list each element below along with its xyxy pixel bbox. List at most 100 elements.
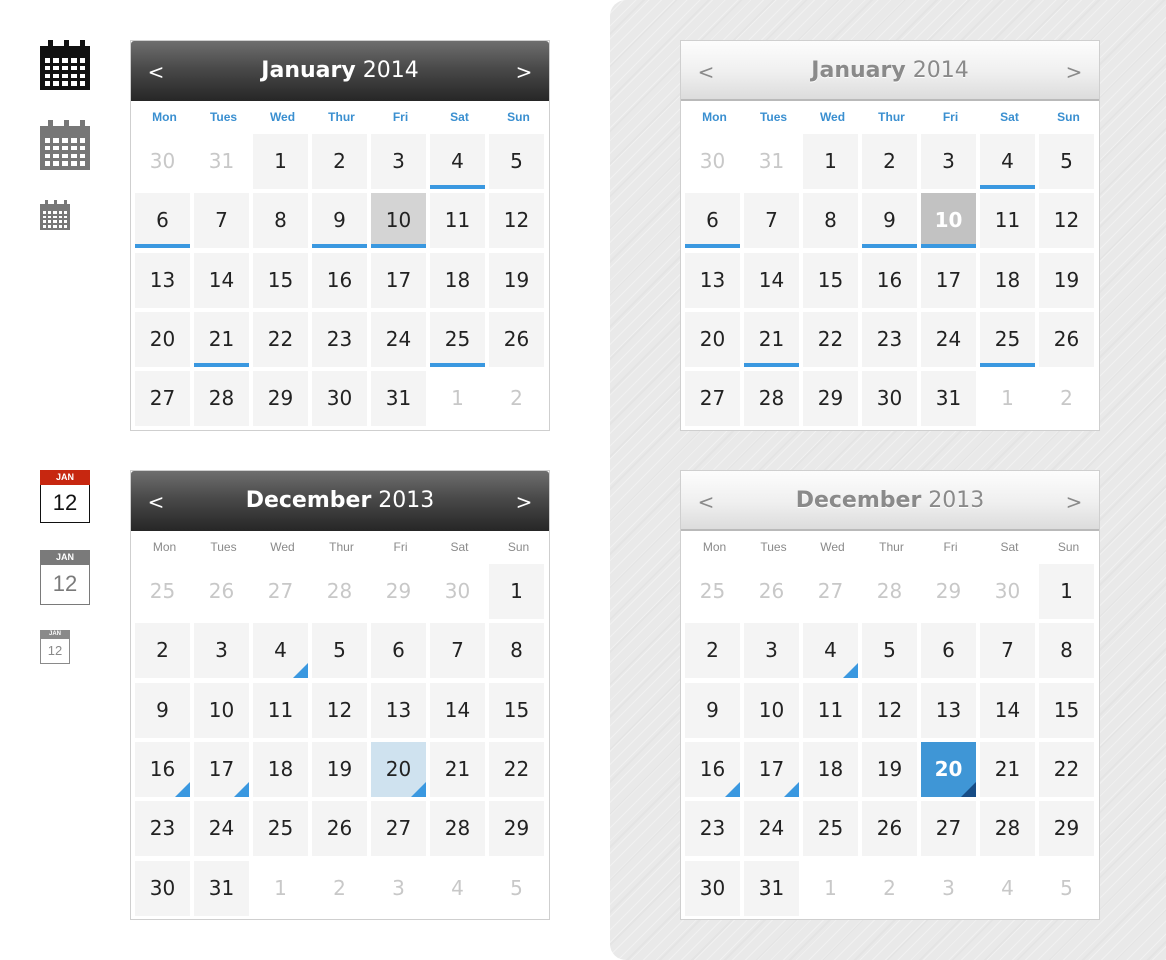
day-cell[interactable]: 16 [135, 742, 190, 797]
day-cell[interactable]: 13 [685, 253, 740, 308]
day-cell[interactable]: 23 [135, 801, 190, 856]
day-cell-outside-month[interactable]: 5 [1039, 861, 1094, 916]
day-cell-outside-month[interactable]: 30 [980, 564, 1035, 619]
day-cell[interactable]: 3 [371, 134, 426, 189]
day-cell[interactable]: 18 [253, 742, 308, 797]
day-cell[interactable]: 22 [253, 312, 308, 367]
day-cell-outside-month[interactable]: 30 [685, 134, 740, 189]
day-cell-outside-month[interactable]: 3 [371, 861, 426, 916]
day-cell-outside-month[interactable]: 1 [253, 861, 308, 916]
day-cell[interactable]: 27 [135, 371, 190, 426]
day-cell[interactable]: 18 [803, 742, 858, 797]
day-cell[interactable]: 14 [744, 253, 799, 308]
day-cell[interactable]: 3 [194, 623, 249, 678]
day-cell[interactable]: 23 [685, 801, 740, 856]
day-cell-outside-month[interactable]: 25 [685, 564, 740, 619]
day-cell[interactable]: 24 [194, 801, 249, 856]
day-cell[interactable]: 14 [430, 683, 485, 738]
day-cell[interactable]: 7 [744, 193, 799, 248]
day-cell[interactable]: 28 [980, 801, 1035, 856]
day-cell[interactable]: 23 [862, 312, 917, 367]
day-cell-outside-month[interactable]: 2 [489, 371, 544, 426]
day-cell[interactable]: 10 [194, 683, 249, 738]
day-cell[interactable]: 7 [194, 193, 249, 248]
day-cell[interactable]: 1 [489, 564, 544, 619]
day-cell-outside-month[interactable]: 26 [744, 564, 799, 619]
day-cell[interactable]: 13 [921, 683, 976, 738]
day-cell[interactable]: 1 [253, 134, 308, 189]
day-cell-outside-month[interactable]: 4 [430, 861, 485, 916]
day-cell-selected[interactable]: 10 [371, 193, 426, 248]
day-cell[interactable]: 7 [980, 623, 1035, 678]
day-cell-outside-month[interactable]: 5 [489, 861, 544, 916]
day-cell[interactable]: 21 [430, 742, 485, 797]
day-cell[interactable]: 21 [744, 312, 799, 367]
day-cell[interactable]: 8 [489, 623, 544, 678]
day-cell[interactable]: 15 [489, 683, 544, 738]
day-cell[interactable]: 24 [744, 801, 799, 856]
day-cell[interactable]: 2 [685, 623, 740, 678]
day-cell[interactable]: 11 [980, 193, 1035, 248]
next-month-button[interactable]: > [1049, 41, 1099, 101]
day-cell[interactable]: 26 [489, 312, 544, 367]
day-cell-outside-month[interactable]: 28 [862, 564, 917, 619]
day-cell[interactable]: 26 [312, 801, 367, 856]
prev-month-button[interactable]: < [131, 41, 181, 101]
day-cell[interactable]: 15 [253, 253, 308, 308]
day-cell[interactable]: 5 [312, 623, 367, 678]
day-cell[interactable]: 16 [312, 253, 367, 308]
day-cell-outside-month[interactable]: 27 [253, 564, 308, 619]
day-cell[interactable]: 29 [489, 801, 544, 856]
day-cell-outside-month[interactable]: 30 [135, 134, 190, 189]
day-cell[interactable]: 16 [685, 742, 740, 797]
day-cell[interactable]: 9 [685, 683, 740, 738]
day-cell[interactable]: 12 [862, 683, 917, 738]
day-cell[interactable]: 25 [253, 801, 308, 856]
day-cell[interactable]: 21 [980, 742, 1035, 797]
prev-month-button[interactable]: < [681, 41, 731, 101]
day-cell[interactable]: 26 [862, 801, 917, 856]
day-cell[interactable]: 27 [371, 801, 426, 856]
day-cell[interactable]: 27 [685, 371, 740, 426]
day-cell[interactable]: 15 [1039, 683, 1094, 738]
day-cell[interactable]: 30 [862, 371, 917, 426]
day-cell[interactable]: 29 [1039, 801, 1094, 856]
day-cell[interactable]: 15 [803, 253, 858, 308]
next-month-button[interactable]: > [499, 41, 549, 101]
day-cell-selected[interactable]: 10 [921, 193, 976, 248]
day-cell-outside-month[interactable]: 1 [803, 861, 858, 916]
day-cell[interactable]: 7 [430, 623, 485, 678]
day-cell[interactable]: 31 [921, 371, 976, 426]
day-cell-outside-month[interactable]: 31 [194, 134, 249, 189]
day-cell[interactable]: 2 [862, 134, 917, 189]
day-cell-outside-month[interactable]: 29 [921, 564, 976, 619]
day-cell[interactable]: 6 [921, 623, 976, 678]
day-cell[interactable]: 18 [430, 253, 485, 308]
day-cell[interactable]: 9 [862, 193, 917, 248]
day-cell[interactable]: 1 [803, 134, 858, 189]
day-cell[interactable]: 4 [430, 134, 485, 189]
day-cell[interactable]: 30 [135, 861, 190, 916]
day-cell[interactable]: 25 [980, 312, 1035, 367]
day-cell[interactable]: 6 [371, 623, 426, 678]
day-cell-outside-month[interactable]: 2 [312, 861, 367, 916]
day-cell-selected[interactable]: 20 [371, 742, 426, 797]
day-cell[interactable]: 4 [803, 623, 858, 678]
day-cell[interactable]: 25 [803, 801, 858, 856]
next-month-button[interactable]: > [1049, 471, 1099, 531]
day-cell[interactable]: 19 [489, 253, 544, 308]
day-cell[interactable]: 4 [253, 623, 308, 678]
day-cell[interactable]: 5 [1039, 134, 1094, 189]
day-cell[interactable]: 1 [1039, 564, 1094, 619]
day-cell[interactable]: 3 [921, 134, 976, 189]
day-cell[interactable]: 11 [253, 683, 308, 738]
day-cell[interactable]: 17 [744, 742, 799, 797]
day-cell[interactable]: 20 [135, 312, 190, 367]
day-cell[interactable]: 14 [194, 253, 249, 308]
day-cell[interactable]: 11 [803, 683, 858, 738]
prev-month-button[interactable]: < [681, 471, 731, 531]
day-cell[interactable]: 16 [862, 253, 917, 308]
day-cell[interactable]: 29 [803, 371, 858, 426]
day-cell[interactable]: 22 [1039, 742, 1094, 797]
day-cell-outside-month[interactable]: 28 [312, 564, 367, 619]
